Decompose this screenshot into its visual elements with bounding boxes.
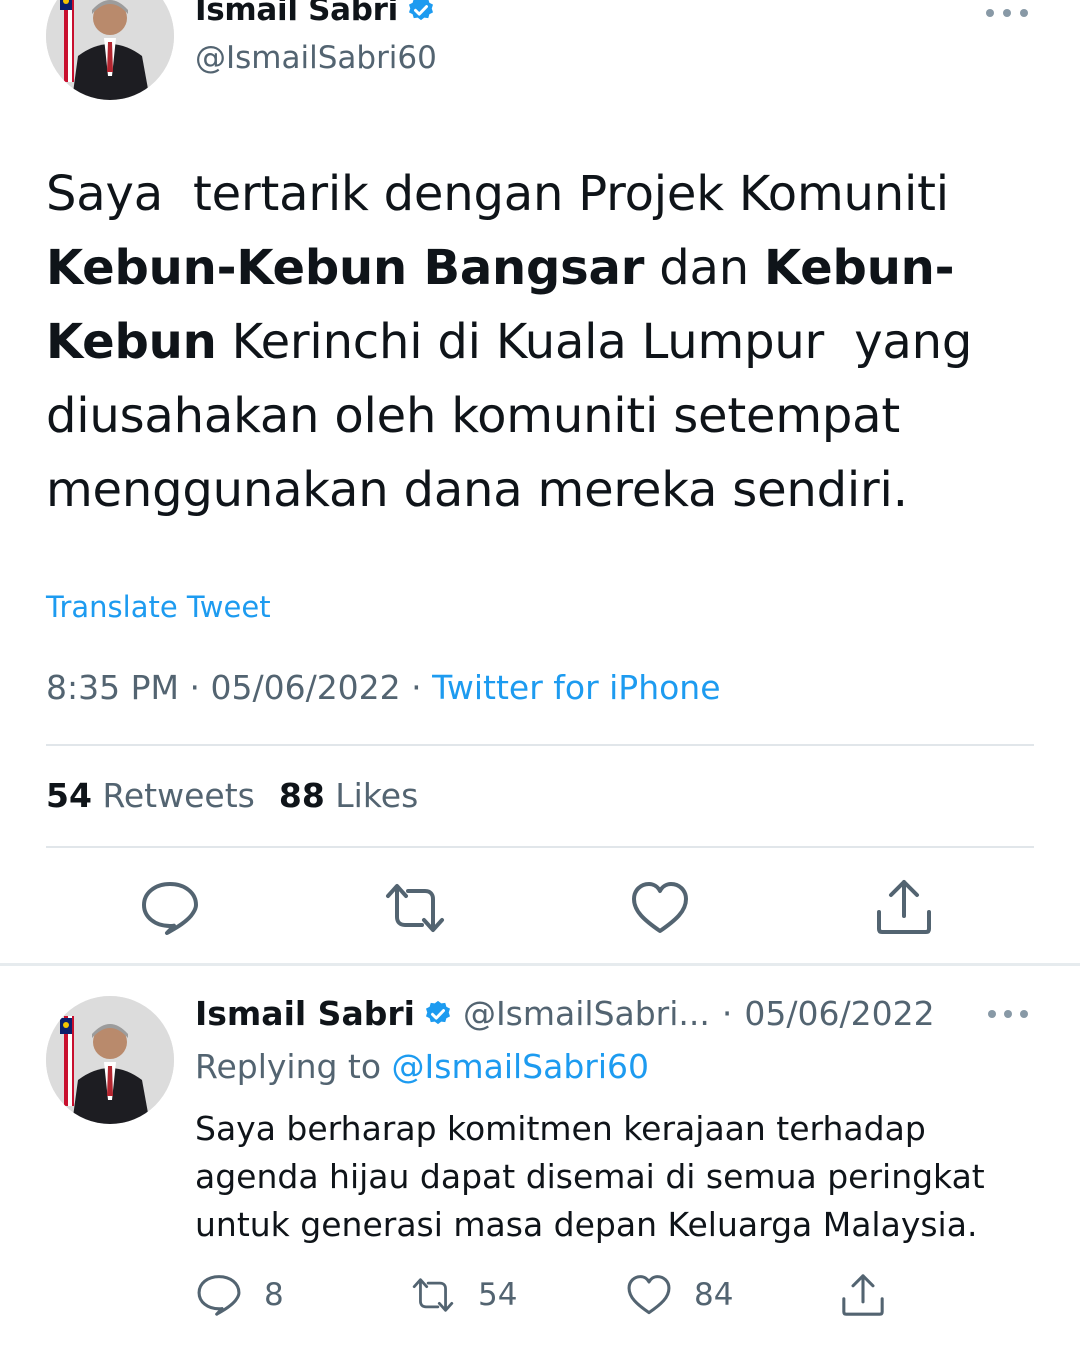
tweet-text-line: menggunakan dana mereka sendiri. [46,453,1036,527]
reply-action-reply[interactable]: 8 [196,1272,284,1318]
reply-header: Ismail Sabri @IsmailSabri... · 05/06/202… [195,994,935,1033]
replying-to-line: Replying to @IsmailSabri60 [195,1047,649,1086]
tweet-text-line: Kebun-Kebun Bangsar dan Kebun- [46,231,1036,305]
retweet-count: 54 [478,1277,518,1313]
tweet-text-segment: Kerinchi di Kuala Lumpur yang [216,314,973,370]
meta-separator: · [721,994,733,1033]
meta-separator: · [411,668,422,707]
tweet-text-bold-segment: Kebun-Kebun Bangsar [46,240,645,296]
tweet-text-segment: menggunakan dana mereka sendiri. [46,462,908,518]
reply-author-name[interactable]: Ismail Sabri [195,994,415,1033]
engagement-stats: 54 Retweets 88 Likes [46,776,418,815]
tweet-meta: 8:35 PM · 05/06/2022 · Twitter for iPhon… [46,668,721,707]
author-avatar[interactable] [46,0,174,100]
author-handle[interactable]: @IsmailSabri60 [195,40,437,76]
more-icon[interactable] [986,3,1028,23]
reply-count: 8 [264,1277,284,1313]
translate-tweet-link[interactable]: Translate Tweet [46,590,271,624]
tweet-text-segment: Saya tertarik dengan Projek Komuniti [46,166,949,222]
tweet-source-link[interactable]: Twitter for iPhone [432,668,720,707]
replying-to-mention[interactable]: @IsmailSabri60 [392,1047,649,1086]
heart-icon [627,1275,671,1315]
tweet-text: Saya tertarik dengan Projek Komuniti Kebu… [46,157,1036,527]
reply-text-line: untuk generasi masa depan Keluarga Malay… [195,1205,978,1244]
reply-action-like[interactable]: 84 [626,1272,733,1318]
meta-separator: · [189,668,200,707]
likes-count: 88 [278,776,325,815]
share-icon[interactable] [874,878,934,936]
tweet-text-bold-segment: Kebun [46,314,217,370]
tweet-text-bold-segment: Kebun- [764,240,955,296]
retweets-label: Retweets [102,776,255,815]
share-icon [842,1274,884,1316]
retweets-count: 54 [46,776,92,815]
likes-label: Likes [335,776,419,815]
tweet-text-segment: dan [644,240,765,296]
retweet-icon [412,1278,454,1312]
tweet-text-line: diusahakan oleh komuniti setempat [46,379,1036,453]
heart-icon[interactable] [630,880,690,936]
portrait-image [46,0,174,100]
portrait-image [46,996,174,1124]
divider [46,846,1034,848]
like-count: 84 [694,1277,734,1313]
reply-text-line: agenda hijau dapat disemai di semua peri… [195,1157,985,1196]
thread-divider [0,963,1080,966]
verified-badge-icon [406,0,436,25]
retweets-stat[interactable]: 54 Retweets [46,776,255,815]
reply-text-line: Saya berharap komitmen kerajaan terhadap [195,1109,926,1148]
author-name-row[interactable]: Ismail Sabri [195,0,436,28]
tweet-detail-view: Ismail Sabri @IsmailSabri60 Saya tertari… [0,0,1080,1350]
reply-date[interactable]: 05/06/2022 [744,994,934,1033]
tweet-text-line: Saya tertarik dengan Projek Komuniti [46,157,1036,231]
more-icon[interactable] [988,1004,1028,1024]
reply-action-share[interactable] [840,1272,886,1318]
reply-icon[interactable] [140,880,200,936]
likes-stat[interactable]: 88 Likes [279,776,418,815]
reply-author-avatar[interactable] [46,996,174,1124]
tweet-time[interactable]: 8:35 PM [46,668,179,707]
tweet-text-segment: diusahakan oleh komuniti setempat [46,388,901,444]
replying-to-label: Replying to [195,1047,382,1086]
author-name[interactable]: Ismail Sabri [195,0,398,28]
verified-badge-icon [423,999,453,1029]
retweet-icon[interactable] [382,882,448,934]
reply-author-handle[interactable]: @IsmailSabri... [463,994,710,1033]
reply-icon [197,1275,241,1316]
divider [46,744,1034,746]
reply-action-retweet[interactable]: 54 [410,1272,517,1318]
tweet-date[interactable]: 05/06/2022 [210,668,400,707]
tweet-text-line: Kebun Kerinchi di Kuala Lumpur yang [46,305,1036,379]
reply-tweet-text: Saya berharap komitmen kerajaan terhadap… [195,1105,1035,1249]
